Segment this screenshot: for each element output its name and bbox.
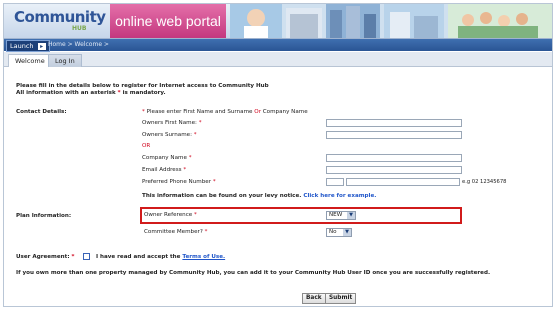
back-button[interactable]: Back <box>302 293 326 304</box>
breadcrumb[interactable]: Home > Welcome > <box>48 39 109 51</box>
terms-text: I have read and accept the Terms of Use. <box>96 254 225 261</box>
owner-first-name-label: Owners First Name: * <box>142 120 201 127</box>
asterisk: * <box>183 167 187 173</box>
intro-line-2-suffix: is mandatory. <box>122 90 166 96</box>
user-agreement-label-text: User Agreement: <box>16 254 70 260</box>
owner-surname-input[interactable] <box>326 131 462 139</box>
company-name-label-text: Company Name <box>142 155 187 161</box>
tab-log-in[interactable]: Log In <box>48 54 82 67</box>
intro-line-2-prefix: All information with an asterisk <box>16 90 116 96</box>
asterisk: * <box>193 132 197 138</box>
asterisk: * <box>71 254 75 260</box>
terms-of-use-link[interactable]: Terms of Use. <box>182 254 225 260</box>
asterisk: * <box>204 229 208 235</box>
committee-member-select[interactable]: No ▼ <box>326 228 352 237</box>
levy-example-link[interactable]: Click here for example. <box>303 193 376 199</box>
company-name-input[interactable] <box>326 154 462 162</box>
owner-first-name-input[interactable] <box>326 119 462 127</box>
company-name-label: Company Name * <box>142 155 191 162</box>
portal-title: online web portal <box>110 4 226 38</box>
terms-text-label: I have read and accept the <box>96 254 181 260</box>
email-label: Email Address * <box>142 167 186 174</box>
name-hint-tail: Company Name <box>262 109 308 115</box>
footer-note: If you own more than one property manage… <box>16 270 491 276</box>
owner-reference-highlight <box>140 207 462 224</box>
asterisk: * <box>212 179 216 185</box>
chevron-right-icon: ▸ <box>37 42 46 50</box>
asterisk: * <box>188 155 192 161</box>
intro-line-2: All information with an asterisk * is ma… <box>16 90 166 97</box>
committee-member-label: Committee Member? * <box>144 229 207 236</box>
name-hint-text: Please enter First Name and Surname <box>146 109 253 115</box>
phone-label-text: Preferred Phone Number <box>142 179 212 185</box>
plan-information-label: Plan Information: <box>16 213 72 219</box>
committee-member-label-text: Committee Member? <box>144 229 203 235</box>
owner-first-name-label-text: Owners First Name: <box>142 120 197 126</box>
name-hint: * Please enter First Name and Surname Or… <box>142 109 308 116</box>
contact-details-label: Contact Details: <box>16 109 67 115</box>
header-banner: Community HUB online web portal <box>4 4 552 39</box>
levy-notice-info: This information can be found on your le… <box>142 193 376 200</box>
email-input[interactable] <box>326 166 462 174</box>
logo-subtext: HUB <box>72 25 87 32</box>
phone-number-input[interactable] <box>346 178 460 186</box>
terms-checkbox[interactable] <box>83 253 90 260</box>
user-agreement-label: User Agreement: * <box>16 254 74 261</box>
header-photo-strip <box>230 4 552 38</box>
name-hint-or: Or <box>254 109 261 115</box>
or-separator: OR <box>142 143 151 149</box>
launch-label: Launch <box>10 42 34 50</box>
owner-surname-label: Owners Surname: * <box>142 132 197 139</box>
logo-text: Community <box>14 8 106 26</box>
tab-welcome[interactable]: Welcome <box>8 54 52 67</box>
asterisk: * <box>142 109 145 115</box>
asterisk: * <box>117 90 121 96</box>
tab-bar: Welcome Log In <box>4 52 552 67</box>
phone-hint: e.g 02 12345678 <box>462 179 507 185</box>
nav-bar: Launch ▸ Home > Welcome > <box>4 39 552 52</box>
chevron-down-icon: ▼ <box>343 229 351 236</box>
intro-line-1: Please fill in the details below to regi… <box>16 83 269 89</box>
community-hub-logo: Community HUB <box>14 8 106 35</box>
submit-button[interactable]: Submit <box>325 293 357 304</box>
asterisk: * <box>198 120 202 126</box>
phone-label: Preferred Phone Number * <box>142 179 216 186</box>
email-label-text: Email Address <box>142 167 182 173</box>
portal-window: Community HUB online web portal Launch ▸… <box>3 3 553 307</box>
launch-button[interactable]: Launch ▸ <box>6 40 50 52</box>
committee-member-value: No <box>329 229 337 235</box>
levy-notice-text: This information can be found on your le… <box>142 193 302 199</box>
phone-area-code-input[interactable] <box>326 178 344 186</box>
owner-surname-label-text: Owners Surname: <box>142 132 193 138</box>
